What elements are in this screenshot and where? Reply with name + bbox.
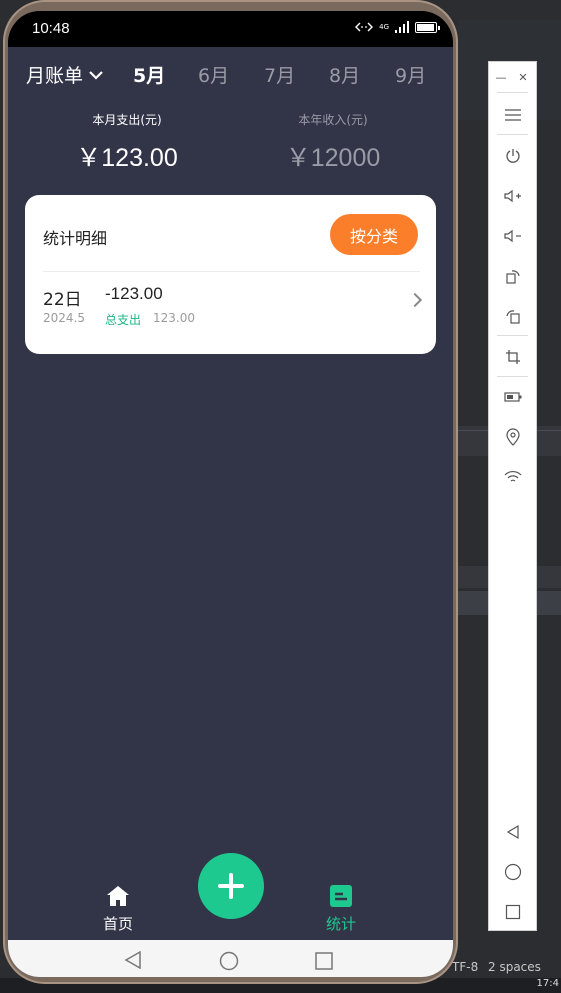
year-income-value: ￥12000 [285,144,381,172]
stats-detail-card: 统计明细 按分类 22日 2024.5 -123.00 总支出 123.00 [25,195,436,354]
system-nav-bar [8,940,453,977]
screenshot-crop-icon[interactable] [489,344,536,370]
month-expense-value: ￥123.00 [76,144,178,172]
home-icon[interactable] [219,951,239,971]
rotate-right-icon[interactable] [489,263,536,289]
divider [497,92,528,93]
chevron-right-icon[interactable] [407,292,423,308]
taskbar-clock: 17:4 [536,978,559,989]
nav-home[interactable]: 首页 [88,885,148,934]
status-bar: 10:48 4G [8,11,453,47]
divider [497,376,528,377]
month-expense: 本月支出(元) ￥123.00 [17,111,237,174]
nav-home-label: 首页 [102,915,133,933]
nav-stats[interactable]: 统计 [311,885,371,934]
plus-icon [218,873,244,899]
close-icon[interactable]: ✕ [511,64,535,90]
tab-month-5[interactable]: 5月 [133,61,165,88]
divider [497,335,528,336]
status-icons: 4G [355,21,440,33]
month-book-dropdown[interactable]: 月账单 [26,61,103,88]
indent-label[interactable]: 2 spaces [488,960,541,974]
battery-icon [415,21,440,33]
year-income-label: 本年收入(元) [298,113,368,127]
encoding-label[interactable]: TF-8 [452,960,478,974]
stats-icon [330,885,352,907]
tab-month-6[interactable]: 6月 [198,61,229,88]
bottom-nav: 首页 统计 [8,851,453,941]
tab-month-8[interactable]: 8月 [329,61,360,88]
year-income: 本年收入(元) ￥12000 [223,111,443,174]
wifi-icon[interactable] [489,464,536,490]
month-tabs: 月账单 5月 6月 7月 8月 9月 [8,47,453,99]
nav-stats-label: 统计 [325,915,356,933]
home-icon [107,886,129,906]
editor-statusbar: TF-8 2 spaces [450,956,561,978]
tab-month-9[interactable]: 9月 [395,61,426,88]
back-icon[interactable] [489,819,536,845]
home-icon[interactable] [489,859,536,885]
volume-up-icon[interactable] [489,183,536,209]
recents-icon[interactable] [315,952,333,970]
tab-month-7[interactable]: 7月 [264,61,295,88]
volume-down-icon[interactable] [489,223,536,249]
card-title: 统计明细 [43,229,108,248]
battery-icon[interactable] [489,384,536,410]
add-record-button[interactable] [198,853,264,919]
status-time: 10:48 [32,20,70,37]
record-type: 总支出 [105,313,142,327]
record-year-month: 2024.5 [43,311,85,325]
power-icon[interactable] [489,143,536,169]
phone-screen: 10:48 4G 月账单 5月 6月 7月 8月 9月 本月支出(元) ￥123… [8,11,453,977]
recents-icon[interactable] [489,899,536,925]
month-book-label: 月账单 [26,65,84,87]
by-category-button[interactable]: 按分类 [330,214,418,255]
network-type: 4G [379,23,389,31]
chevron-down-icon [89,70,103,80]
minimize-icon[interactable]: — [489,64,513,90]
month-expense-label: 本月支出(元) [92,113,162,127]
record-day: 22日 [43,290,82,310]
summary: 本月支出(元) ￥123.00 本年收入(元) ￥12000 [8,111,453,191]
signal-icon [395,21,409,33]
record-total: 123.00 [153,311,195,325]
location-icon[interactable] [489,424,536,450]
rotate-left-icon[interactable] [489,303,536,329]
back-icon[interactable] [124,951,142,969]
divider [43,271,420,272]
data-transfer-icon [355,22,374,32]
divider [497,134,528,135]
record-amount: -123.00 [105,284,163,303]
emulator-toolbar: — ✕ [488,61,537,931]
menu-icon[interactable] [489,102,536,128]
